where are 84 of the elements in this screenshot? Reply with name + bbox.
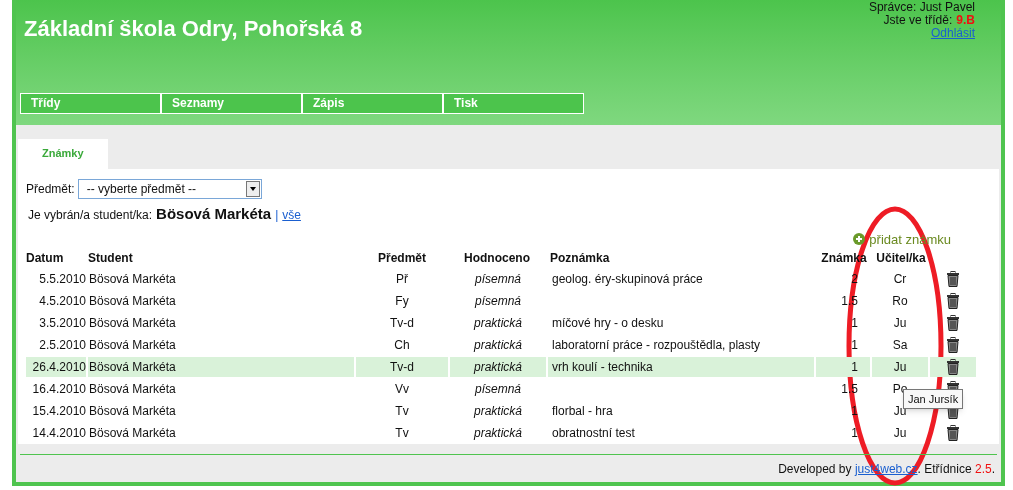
period: . (991, 460, 995, 478)
table-cell: praktická (450, 357, 546, 377)
all-link[interactable]: vše (282, 206, 301, 224)
table-cell-text: 1 (850, 315, 859, 332)
tooltip: Jan Jursík (903, 389, 964, 409)
table-cell-text: laboratorní práce - rozpouštědla, plasty (551, 337, 762, 354)
table-cell-text: Tv-d (389, 315, 415, 332)
student-label: Je vybrán/a student/ka: (28, 207, 153, 224)
table-cell-text: Ju (892, 315, 908, 332)
table-cell-text: 16.4.2010 (31, 381, 86, 398)
trash-icon[interactable] (946, 293, 960, 309)
trash-icon[interactable] (946, 337, 960, 353)
table-cell-text: Fy (394, 293, 410, 310)
table-cell-text: písemná (473, 271, 522, 288)
table-cell-text: Vv (394, 381, 410, 398)
table-cell-text: písemná (473, 381, 522, 398)
table-cell-text: Bösová Markéta (88, 381, 177, 398)
table-cell: 1 (816, 357, 870, 377)
class-label: Jste ve třídě: (883, 14, 953, 27)
table-cell-text: praktická (472, 315, 523, 332)
table-cell-text: 1 (850, 425, 859, 442)
trash-icon[interactable] (946, 425, 960, 441)
student-name: Bösová Markéta (156, 204, 272, 224)
table-cell-text: Ro (891, 293, 909, 310)
table-cell-text: geolog. éry-skupinová práce (551, 271, 704, 288)
subject-select[interactable]: -- vyberte předmět -- (77, 179, 262, 199)
table-cell: Ju (872, 357, 928, 377)
table-cell-text: Př (395, 271, 409, 288)
table-cell-text: praktická (472, 337, 523, 354)
school-title: Základní škola Odry, Pohořská 8 (24, 15, 363, 43)
nav-tab[interactable]: Tisk (443, 93, 584, 114)
table-cell-text: Cr (892, 271, 908, 288)
table-cell-text: Bösová Markéta (88, 403, 177, 420)
table-cell: vrh koulí - technika (548, 357, 814, 377)
nav-tab[interactable]: Seznamy (161, 93, 302, 114)
table-cell-text: 4.5.2010 (38, 293, 86, 310)
nav-tab[interactable]: Zápis (302, 93, 443, 114)
table-cell-text: praktická (472, 425, 523, 442)
column-header: Datum (26, 250, 65, 267)
add-icon (853, 233, 866, 246)
separator: | (275, 207, 279, 224)
column-header: Student (88, 250, 134, 267)
table-cell: 26.4.2010 (26, 357, 86, 377)
table-cell: Tv-d (356, 357, 448, 377)
table-cell-text: florbal - hra (551, 403, 614, 420)
table-cell-text: písemná (473, 293, 522, 310)
table-cell-text: 14.4.2010 (31, 425, 86, 442)
table-cell-text: Bösová Markéta (88, 337, 177, 354)
table-cell-text: Ju (892, 425, 908, 442)
table-cell-text: 3.5.2010 (38, 315, 86, 332)
table-cell-text: obratnostní test (551, 425, 636, 442)
table-cell: Bösová Markéta (88, 357, 354, 377)
nav-tab[interactable]: Třídy (20, 93, 161, 114)
column-header: Předmět (377, 250, 427, 267)
table-cell-text: 15.4.2010 (31, 403, 86, 420)
table-cell-text: Bösová Markéta (88, 271, 177, 288)
table-cell-text: Tv (394, 425, 410, 442)
trash-icon[interactable] (946, 271, 960, 287)
tab[interactable]: Známky (18, 139, 108, 169)
table-cell-text: Tv (394, 403, 410, 420)
table-cell-text: Bösová Markéta (88, 315, 177, 332)
table-cell-text: Sa (891, 337, 909, 354)
column-header: Poznámka (549, 250, 611, 267)
column-header: Hodnoceno (463, 250, 531, 267)
table-cell-text: 5.5.2010 (38, 271, 86, 288)
table-cell-text: Ch (393, 337, 411, 354)
table-cell-text: míčové hry - o desku (551, 315, 665, 332)
table-cell-text: Bösová Markéta (88, 293, 177, 310)
trash-icon[interactable] (946, 315, 960, 331)
table-cell-text: 2.5.2010 (38, 337, 86, 354)
class-value: 9.B (956, 14, 975, 27)
developer-label: Developed by (778, 460, 853, 478)
app-version: 2.5 (974, 460, 992, 478)
subject-label: Předmět: (26, 181, 75, 198)
column-header: Učitel/ka (875, 250, 927, 267)
table-cell-text: 1 (850, 403, 859, 420)
table-cell-text: 2 (850, 271, 859, 288)
trash-icon[interactable] (946, 359, 960, 375)
app-name: . Etřídnice (917, 460, 973, 478)
admin-name: Správce: Just Pavel (868, 1, 975, 14)
table-cell-text: praktická (472, 403, 523, 420)
table-cell-text: 1 (850, 337, 859, 354)
logout-link[interactable]: Odhlásit (930, 27, 975, 40)
table-cell-text: Bösová Markéta (88, 425, 177, 442)
